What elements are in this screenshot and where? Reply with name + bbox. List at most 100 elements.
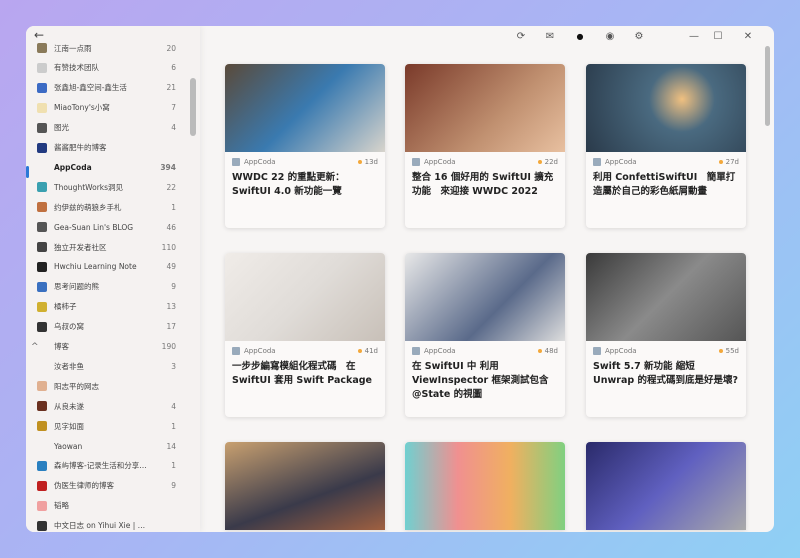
- bell-icon[interactable]: ●: [570, 26, 590, 46]
- eye-icon[interactable]: ◉: [600, 26, 620, 46]
- unread-count: 1: [171, 202, 176, 212]
- sidebar-item[interactable]: 约伊兹的萌狼乡手札 1: [26, 197, 200, 217]
- sidebar-item[interactable]: AppCoda 394: [26, 157, 200, 177]
- article-source: AppCoda: [605, 347, 637, 355]
- article-age: 13d: [364, 158, 378, 166]
- article-age: 22d: [544, 158, 558, 166]
- article-card[interactable]: [586, 442, 746, 530]
- sidebar-item[interactable]: 张鑫旭-鑫空间-鑫生活 21: [26, 78, 200, 98]
- maximize-icon[interactable]: ☐: [708, 26, 728, 46]
- article-thumbnail: [225, 442, 385, 530]
- sidebar-item[interactable]: 中文日志 on Yihui Xie | 谢益辉: [26, 516, 200, 532]
- article-age: 27d: [725, 158, 739, 166]
- sidebar-item-label: 图光: [54, 123, 69, 133]
- feed-icon: [37, 421, 47, 432]
- article-title: 在 SwiftUI 中 利用 ViewInspector 框架測試包含 @Sta…: [412, 361, 549, 400]
- unread-count: 13: [166, 302, 176, 312]
- sidebar-item[interactable]: 思考问题的熊 9: [26, 277, 200, 297]
- article-thumbnail: [405, 253, 565, 341]
- feed-icon: [37, 321, 47, 332]
- sidebar-item-label: 汝者非鱼: [54, 361, 84, 371]
- article-card[interactable]: AppCoda 41d 一步步編寫模組化程式碼 在 SwiftUI 套用 Swift…: [225, 253, 385, 417]
- sidebar-item[interactable]: 乌叔の窝 17: [26, 317, 200, 337]
- unread-count: 14: [166, 441, 176, 451]
- sidebar-item-label: 约伊兹的萌狼乡手札: [54, 202, 122, 212]
- feed-icon: [37, 460, 47, 471]
- unread-count: 17: [166, 322, 176, 332]
- article-card[interactable]: AppCoda 13d WWDC 22 的重點更新：SwiftUI 4.0 新功能一…: [225, 64, 385, 228]
- article-card[interactable]: [405, 442, 565, 530]
- sidebar-item-label: 有赞技术团队: [54, 63, 99, 73]
- sidebar-item[interactable]: Yaowan 14: [26, 436, 200, 456]
- unread-dot: [718, 349, 723, 353]
- article-card[interactable]: AppCoda 48d 在 SwiftUI 中 利用 ViewInspector 框…: [405, 253, 565, 417]
- article-thumbnail: [225, 64, 385, 152]
- sidebar-item-label: 见字如面: [54, 421, 84, 431]
- source-icon: [593, 347, 601, 355]
- feed-icon: [37, 202, 47, 213]
- article-age: 41d: [364, 347, 378, 355]
- sidebar: ← 江南一点雨 20 有赞技术团队 6 张鑫旭-鑫空间-鑫生活 21 MiaoTony's小…: [26, 26, 200, 532]
- article-source: AppCoda: [424, 158, 456, 166]
- unread-count: 9: [171, 282, 176, 292]
- sidebar-item[interactable]: 从良未遂 4: [26, 396, 200, 416]
- feed-icon: [37, 401, 47, 412]
- article-card[interactable]: AppCoda 55d Swift 5.7 新功能 縮短 Unwrap 的程式碼到底…: [586, 253, 746, 417]
- sidebar-item-label: 博客: [54, 342, 69, 351]
- article-source: AppCoda: [605, 158, 637, 166]
- unread-count: 394: [160, 162, 176, 172]
- sidebar-item[interactable]: 阳志平的网志: [26, 376, 200, 396]
- sidebar-item-label: 韬略: [54, 501, 69, 511]
- sidebar-item-label: ThoughtWorks洞见: [54, 182, 124, 192]
- unread-count: 4: [171, 401, 176, 411]
- feed-icon: [37, 520, 47, 531]
- sidebar-item[interactable]: 图光 4: [26, 118, 200, 138]
- unread-count: 4: [171, 123, 176, 133]
- sidebar-item[interactable]: Hwchiu Learning Note 49: [26, 257, 200, 277]
- source-icon: [593, 158, 601, 166]
- chevron-up-icon[interactable]: ^: [31, 342, 41, 352]
- article-age: 55d: [725, 347, 739, 355]
- sidebar-item-label: Gea-Suan Lin's BLOG: [54, 222, 134, 232]
- article-source: AppCoda: [244, 347, 276, 355]
- sidebar-item[interactable]: ^ 博客 190: [26, 337, 200, 357]
- source-icon: [232, 347, 240, 355]
- sidebar-item[interactable]: ThoughtWorks洞见 22: [26, 177, 200, 197]
- feed-icon: [37, 261, 47, 272]
- unread-dot: [537, 160, 542, 164]
- content-scrollbar[interactable]: [765, 46, 770, 126]
- sidebar-item-label: 中文日志 on Yihui Xie | 谢益辉: [54, 521, 152, 531]
- article-thumbnail: [225, 253, 385, 341]
- sidebar-item[interactable]: 伪医生律师的博客 9: [26, 476, 200, 496]
- article-card[interactable]: AppCoda 22d 整合 16 個好用的 SwiftUI 擴充功能 來迎接 WW…: [405, 64, 565, 228]
- close-icon[interactable]: ✕: [738, 26, 758, 46]
- article-title: 整合 16 個好用的 SwiftUI 擴充功能 來迎接 WWDC 2022: [412, 172, 554, 197]
- sidebar-item[interactable]: 独立开发者社区 110: [26, 237, 200, 257]
- sidebar-item[interactable]: Gea-Suan Lin's BLOG 46: [26, 217, 200, 237]
- article-thumbnail: [405, 64, 565, 152]
- sidebar-item[interactable]: 见字如面 1: [26, 416, 200, 436]
- feed-icon: [37, 82, 47, 93]
- article-card[interactable]: [225, 442, 385, 530]
- gear-icon[interactable]: ⚙: [629, 26, 649, 46]
- article-source: AppCoda: [424, 347, 456, 355]
- unread-dot: [718, 160, 723, 164]
- minimize-icon[interactable]: —: [684, 26, 704, 46]
- sidebar-item[interactable]: 森屿博客-记录生活和分享知识的... 1: [26, 456, 200, 476]
- source-icon: [412, 347, 420, 355]
- feed-icon: [37, 102, 47, 113]
- sidebar-item[interactable]: 有赞技术团队 6: [26, 58, 200, 78]
- refresh-icon[interactable]: ⟳: [511, 26, 531, 46]
- sidebar-item-label: 伪医生律师的博客: [54, 481, 114, 491]
- sidebar-item[interactable]: 橘柿子 13: [26, 297, 200, 317]
- sidebar-item[interactable]: 江南一点雨 20: [26, 38, 200, 58]
- article-card[interactable]: AppCoda 27d 利用 ConfettiSwiftUI 簡單打造屬於自己的彩色…: [586, 64, 746, 228]
- sidebar-item[interactable]: MiaoTony's小窝 7: [26, 98, 200, 118]
- feed-icon: [37, 301, 47, 312]
- sidebar-item-label: 森屿博客-记录生活和分享知识的...: [54, 461, 152, 471]
- sidebar-item[interactable]: 韬略: [26, 496, 200, 516]
- feed-icon: [37, 242, 47, 252]
- mail-open-icon[interactable]: ✉: [540, 26, 560, 46]
- sidebar-item[interactable]: 汝者非鱼 3: [26, 356, 200, 376]
- sidebar-item[interactable]: 酱酱肥牛的博客: [26, 138, 200, 158]
